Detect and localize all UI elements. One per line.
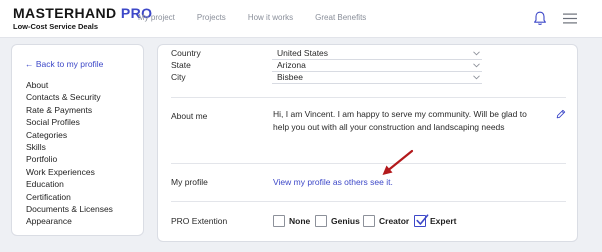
- red-arrow-icon: [382, 149, 414, 175]
- checkbox-none[interactable]: [273, 214, 285, 227]
- sidebar-item-skills[interactable]: Skills: [26, 141, 113, 153]
- section-divider: [171, 201, 566, 202]
- profile-main-panel: Country United States State Arizona City…: [157, 44, 578, 242]
- brand-tagline: Low-Cost Service Deals: [13, 22, 99, 31]
- chevron-down-icon: [473, 75, 480, 80]
- sidebar-item-work-experiences[interactable]: Work Experiences: [26, 166, 113, 178]
- back-to-profile-link[interactable]: ← Back to my profile: [25, 59, 103, 69]
- sidebar-item-portfolio[interactable]: Portfolio: [26, 153, 113, 165]
- sidebar-item-contacts-security[interactable]: Contacts & Security: [26, 91, 113, 103]
- pro-option-creator-label: Creator: [379, 215, 410, 226]
- brand-logo[interactable]: MASTERHAND PRO Low-Cost Service Deals: [13, 6, 152, 31]
- bell-icon[interactable]: [533, 11, 547, 26]
- sidebar-item-education[interactable]: Education: [26, 178, 113, 190]
- pro-option-genius[interactable]: Genius: [315, 214, 360, 227]
- brand-name: MASTERHAND PRO: [13, 6, 152, 20]
- sidebar-item-social-profiles[interactable]: Social Profiles: [26, 116, 113, 128]
- sidebar-item-categories[interactable]: Categories: [26, 129, 113, 141]
- checkbox-creator[interactable]: [363, 214, 375, 227]
- sidebar-item-appearance[interactable]: Appearance: [26, 215, 113, 227]
- section-divider: [171, 97, 566, 98]
- main-nav: My project Projects How it works Great B…: [138, 13, 388, 22]
- brand-name-main: MASTERHAND: [13, 5, 117, 21]
- pro-option-genius-label: Genius: [331, 215, 360, 226]
- my-profile-label: My profile: [171, 177, 208, 187]
- checkbox-expert[interactable]: [414, 213, 429, 227]
- state-value: Arizona: [277, 60, 306, 70]
- pro-option-expert-label: Expert: [430, 215, 457, 226]
- chevron-down-icon: [473, 63, 480, 68]
- sidebar-item-rate-payments[interactable]: Rate & Payments: [26, 104, 113, 116]
- top-header: MASTERHAND PRO Low-Cost Service Deals My…: [0, 0, 602, 38]
- about-me-label: About me: [171, 111, 208, 121]
- sidebar-item-certification[interactable]: Certification: [26, 191, 113, 203]
- chevron-down-icon: [473, 51, 480, 56]
- profile-sidebar: ← Back to my profile About Contacts & Se…: [11, 44, 144, 236]
- country-value: United States: [277, 48, 329, 58]
- view-profile-link[interactable]: View my profile as others see it.: [273, 177, 393, 187]
- state-label: State: [171, 60, 191, 70]
- section-divider: [171, 163, 566, 164]
- sidebar-menu: About Contacts & Security Rate & Payment…: [26, 79, 113, 228]
- pro-extension-label: PRO Extention: [171, 216, 228, 226]
- checkmark-icon: [416, 213, 429, 225]
- nav-my-project[interactable]: My project: [138, 13, 175, 22]
- about-me-text: Hi, I am Vincent. I am happy to serve my…: [273, 109, 527, 132]
- city-value: Bisbee: [277, 72, 303, 82]
- country-select[interactable]: United States: [272, 48, 482, 60]
- nav-great-benefits[interactable]: Great Benefits: [315, 13, 366, 22]
- hamburger-menu-icon[interactable]: [563, 13, 577, 24]
- sidebar-item-documents-licenses[interactable]: Documents & Licenses: [26, 203, 113, 215]
- pencil-edit-icon[interactable]: [556, 109, 566, 119]
- nav-projects[interactable]: Projects: [197, 13, 226, 22]
- state-select[interactable]: Arizona: [272, 60, 482, 72]
- checkbox-genius[interactable]: [315, 214, 327, 227]
- country-label: Country: [171, 48, 201, 58]
- pro-option-none[interactable]: None: [273, 214, 310, 227]
- pro-option-none-label: None: [289, 215, 311, 226]
- sidebar-item-about[interactable]: About: [26, 79, 113, 91]
- pro-option-creator[interactable]: Creator: [363, 214, 409, 227]
- city-label: City: [171, 72, 186, 82]
- city-select[interactable]: Bisbee: [272, 72, 482, 84]
- pro-option-expert[interactable]: Expert: [414, 213, 457, 227]
- nav-how-it-works[interactable]: How it works: [248, 13, 293, 22]
